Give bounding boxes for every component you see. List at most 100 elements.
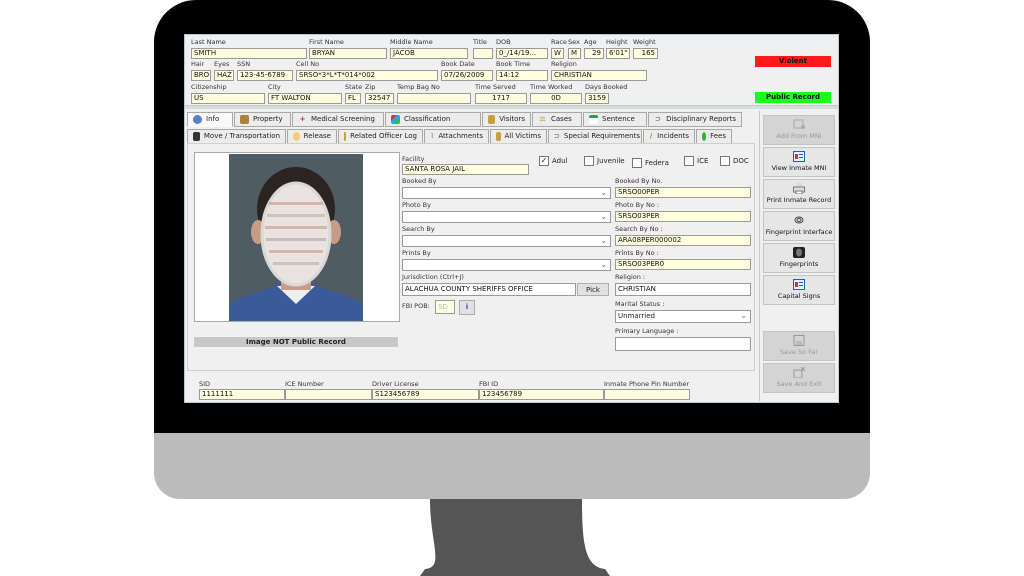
tab-medical-screening[interactable]: + Medical Screening: [292, 112, 384, 127]
print-inmate-record-button[interactable]: Print Inmate Record: [763, 179, 835, 209]
classification-icon: [391, 115, 400, 124]
ice-number-label: ICE Number: [285, 380, 324, 388]
age-field[interactable]: 29: [584, 48, 604, 59]
ice-checkbox[interactable]: ICE: [684, 156, 708, 166]
booked-by-no-field[interactable]: SRSO00PER: [615, 187, 751, 198]
middle-name-field[interactable]: JACOB: [390, 48, 468, 59]
hair-field[interactable]: BRO: [191, 70, 211, 81]
fingerprint-scanner-icon: [794, 216, 804, 224]
capital-signs-button[interactable]: Capital Signs: [763, 275, 835, 305]
booked-by-select[interactable]: ⌄: [402, 187, 611, 199]
tab-info[interactable]: Info: [187, 112, 233, 127]
save-and-exit-button[interactable]: Save And Exit: [763, 363, 835, 393]
photo-by-no-field[interactable]: SRSO03PER: [615, 211, 751, 222]
tab-all-victims[interactable]: All Victims: [490, 129, 547, 144]
federal-checkbox[interactable]: Federa: [632, 158, 669, 168]
marital-status-label: Marital Status :: [615, 300, 665, 308]
pen-icon: /: [649, 132, 653, 140]
info-button[interactable]: i: [459, 300, 475, 315]
tab-special-requirements[interactable]: ⊃ Special Requirements: [548, 129, 642, 144]
fbi-id-field[interactable]: 123456789: [479, 389, 604, 400]
marital-status-select[interactable]: Unmarried ⌄: [615, 310, 751, 323]
zip-label: Zip: [365, 83, 376, 91]
tab-property[interactable]: Property: [234, 112, 291, 127]
prints-by-no-field[interactable]: SRSO03PER0: [615, 259, 751, 270]
adult-checkbox[interactable]: ✓ Adul: [539, 156, 568, 166]
dob-field[interactable]: 0_/14/19...: [496, 48, 548, 59]
add-mni-icon: [793, 119, 805, 129]
save-so-far-button[interactable]: Save So Far: [763, 331, 835, 361]
facility-field[interactable]: SANTA ROSA JAIL: [402, 164, 529, 175]
pick-jurisdiction-button[interactable]: Pick: [577, 283, 609, 296]
book-date-field[interactable]: 07/26/2009: [441, 70, 493, 81]
fingerprint-interface-button[interactable]: Fingerprint Interface: [763, 211, 835, 241]
sid-field[interactable]: 1111111: [199, 389, 285, 400]
weight-field[interactable]: 165: [633, 48, 658, 59]
prints-by-select[interactable]: ⌄: [402, 259, 611, 271]
tab-related-officer-log[interactable]: Related Officer Log: [338, 129, 423, 144]
tab-sentence[interactable]: Sentence: [583, 112, 647, 127]
time-worked-field[interactable]: 0D: [530, 93, 582, 104]
temp-bag-no-field[interactable]: [397, 93, 471, 104]
last-name-field[interactable]: SMITH: [191, 48, 307, 59]
add-from-mni-button[interactable]: Add From MNI: [763, 115, 835, 145]
fbi-pob-field[interactable]: SD: [435, 300, 455, 314]
title-field[interactable]: [473, 48, 493, 59]
tab-attachments[interactable]: ⌇ Attachments: [424, 129, 489, 144]
city-field[interactable]: FT WALTON: [268, 93, 342, 104]
search-by-select[interactable]: ⌄: [402, 235, 611, 247]
jurisdiction-field[interactable]: ALACHUA COUNTY SHERIFFS OFFICE: [402, 283, 576, 296]
phone-pin-field[interactable]: [604, 389, 690, 400]
info-tab-content: Image NOT Public Record Facility SANTA R…: [187, 143, 755, 371]
hair-label: Hair: [191, 60, 205, 68]
chevron-down-icon: ⌄: [600, 236, 607, 245]
weight-label: Weight: [633, 38, 656, 46]
photo-caption: Image NOT Public Record: [194, 337, 398, 347]
tab-fees[interactable]: Fees: [696, 129, 732, 144]
fbi-id-label: FBI ID: [479, 380, 499, 388]
religion-field[interactable]: CHRISTIAN: [615, 283, 751, 296]
header-separator: [185, 105, 838, 109]
time-served-field[interactable]: 1717: [475, 93, 527, 104]
book-time-field[interactable]: 14:12: [496, 70, 548, 81]
height-field[interactable]: 6'01": [606, 48, 630, 59]
photo-by-select[interactable]: ⌄: [402, 211, 611, 223]
fingerprints-button[interactable]: Fingerprints: [763, 243, 835, 273]
bus-icon: [193, 132, 200, 141]
citizenship-field[interactable]: US: [191, 93, 265, 104]
tab-visitors[interactable]: Visitors: [482, 112, 531, 127]
ssn-label: SSN: [237, 60, 251, 68]
state-field[interactable]: FL: [345, 93, 361, 104]
primary-language-field[interactable]: [615, 337, 751, 351]
cell-no-field[interactable]: SRSO*3*L*T*014*002: [296, 70, 438, 81]
tab-disciplinary-reports[interactable]: ⊃ Disciplinary Reports: [648, 112, 742, 127]
chevron-down-icon: ⌄: [600, 212, 607, 221]
tab-classification[interactable]: Classification: [385, 112, 481, 127]
paperclip-icon: ⌇: [430, 132, 434, 140]
tab-move-transportation[interactable]: Move / Transportation: [187, 129, 286, 144]
view-inmate-mni-button[interactable]: View Inmate MNI: [763, 147, 835, 177]
tab-incidents[interactable]: / Incidents: [643, 129, 695, 144]
last-name-label: Last Name: [191, 38, 226, 46]
tab-cases[interactable]: ⚖ Cases: [532, 112, 582, 127]
juvenile-checkbox[interactable]: Juvenile: [584, 156, 625, 166]
inmate-photo: [229, 154, 363, 321]
first-name-field[interactable]: BRYAN: [309, 48, 387, 59]
ssn-field[interactable]: 123-45-6789: [237, 70, 293, 81]
fbi-pob-label: FBI POB:: [402, 302, 430, 310]
driver-license-field[interactable]: S123456789: [372, 389, 479, 400]
eyes-field[interactable]: HAZ: [214, 70, 234, 81]
info-icon: i: [465, 303, 469, 311]
ice-number-field[interactable]: [285, 389, 372, 400]
sex-field[interactable]: M: [568, 48, 581, 59]
search-by-no-field[interactable]: ARA08PER000002: [615, 235, 751, 246]
days-booked-field[interactable]: 3159: [585, 93, 609, 104]
religion-header-field[interactable]: CHRISTIAN: [551, 70, 647, 81]
race-field[interactable]: W: [551, 48, 564, 59]
handcuffs-icon: ⊃: [655, 115, 661, 123]
doc-checkbox[interactable]: DOC: [720, 156, 749, 166]
dob-label: DOB: [496, 38, 511, 46]
tab-release[interactable]: Release: [287, 129, 337, 144]
religion-header-label: Religion: [551, 60, 577, 68]
zip-field[interactable]: 32547: [365, 93, 394, 104]
